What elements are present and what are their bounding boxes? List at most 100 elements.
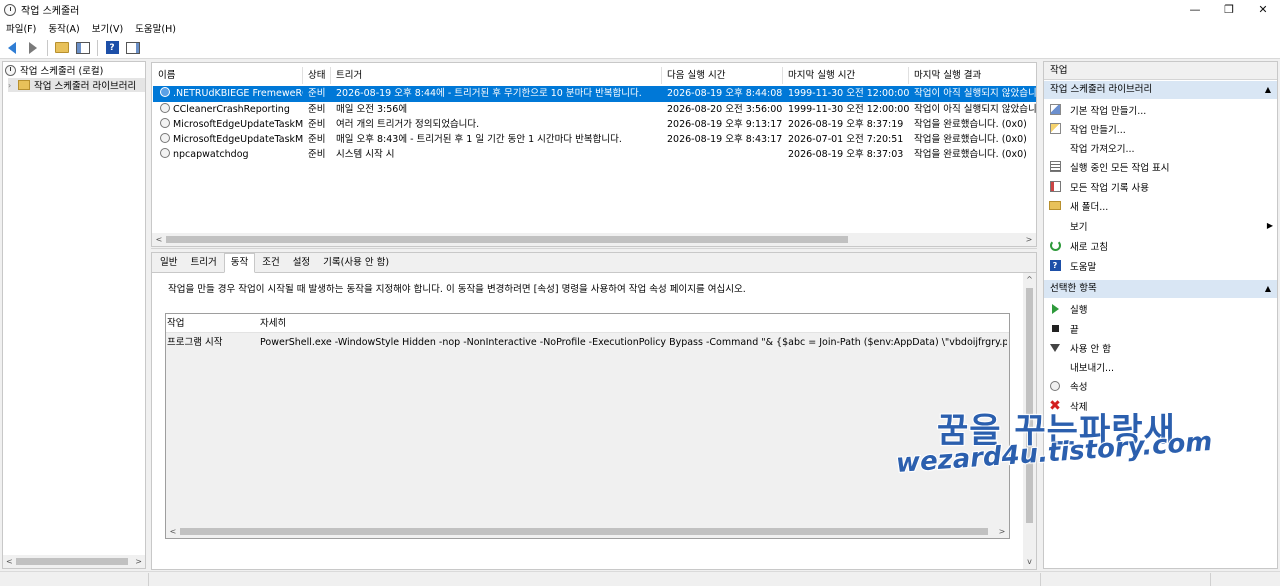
task-clock-icon <box>160 103 170 113</box>
action-properties[interactable]: 속성 <box>1048 376 1277 395</box>
new-folder-icon <box>1049 201 1061 210</box>
task-row[interactable]: .NETRUdKBIEGE FremeweRG... 준비 2026-08-19… <box>153 86 1036 102</box>
scroll-right-arrow[interactable]: > <box>996 525 1008 538</box>
scroll-right-arrow[interactable]: > <box>1023 233 1035 246</box>
menu-action[interactable]: 동작(A) <box>42 21 85 35</box>
window-title: 작업 스케줄러 <box>21 6 80 17</box>
menu-bar: 파일(F) 동작(A) 보기(V) 도움말(H) <box>0 19 1280 37</box>
column-header-status[interactable]: 상태 <box>303 67 331 84</box>
show-hide-tree-icon <box>76 41 90 54</box>
up-folder-button[interactable] <box>53 39 71 57</box>
column-header-details[interactable]: 자세히 <box>259 314 959 333</box>
actions-pane: 작업 작업 스케줄러 라이브러리 ▲ 기본 작업 만들기... 작업 만들기..… <box>1043 61 1278 569</box>
task-row[interactable]: npcapwatchdog 준비 시스템 시작 시 2026-08-19 오후 … <box>153 147 1036 163</box>
task-name: npcapwatchdog <box>155 147 303 163</box>
action-enable-history[interactable]: 모든 작업 기록 사용 <box>1048 177 1277 196</box>
tree-item-library[interactable]: › 작업 스케줄러 라이브러리 <box>8 78 145 92</box>
task-status: 준비 <box>308 104 326 115</box>
scroll-down-arrow[interactable]: v <box>1023 556 1036 568</box>
action-delete[interactable]: ✖ 삭제 <box>1048 396 1277 415</box>
task-row[interactable]: MicrosoftEdgeUpdateTaskM... 준비 매일 오후 8:4… <box>153 132 1036 148</box>
action-disable[interactable]: 사용 안 함 <box>1048 338 1277 357</box>
minimize-button[interactable]: — <box>1178 0 1212 19</box>
action-refresh[interactable]: 새로 고침 <box>1048 236 1277 255</box>
show-hide-tree-button[interactable] <box>74 39 92 57</box>
task-status: 준비 <box>308 134 326 145</box>
collapse-caret-icon[interactable]: ▲ <box>1265 81 1271 99</box>
column-header-next-run[interactable]: 다음 실행 시간 <box>662 67 783 84</box>
actions-pane-title: 작업 <box>1044 62 1277 80</box>
running-tasks-icon <box>1049 161 1061 172</box>
task-status: 준비 <box>308 149 326 160</box>
action-end[interactable]: 끝 <box>1048 319 1277 338</box>
tab-settings[interactable]: 설정 <box>287 254 316 272</box>
menu-file[interactable]: 파일(F) <box>0 21 42 35</box>
tab-general[interactable]: 일반 <box>154 254 183 272</box>
tree-root-label: 작업 스케줄러 (로컬) <box>20 66 104 77</box>
menu-help[interactable]: 도움말(H) <box>129 21 182 35</box>
task-row[interactable]: CCleanerCrashReporting 준비 매일 오전 3:56에 20… <box>153 102 1036 118</box>
forward-button[interactable] <box>24 39 42 57</box>
close-button[interactable]: ✕ <box>1246 0 1280 19</box>
scrollbar-thumb[interactable] <box>1026 288 1033 523</box>
action-new-folder[interactable]: 새 폴더... <box>1048 196 1277 215</box>
column-header-action[interactable]: 작업 <box>166 314 256 333</box>
action-import-task[interactable]: 작업 가져오기... <box>1048 138 1277 157</box>
task-row[interactable]: MicrosoftEdgeUpdateTaskM... 준비 여러 개의 트리거… <box>153 117 1036 133</box>
actions-grid-horizontal-scrollbar[interactable]: < > <box>166 525 1009 538</box>
action-create-task[interactable]: 작업 만들기... <box>1048 119 1277 138</box>
task-trigger: 여러 개의 트리거가 정의되었습니다. <box>336 119 480 130</box>
action-create-basic-task[interactable]: 기본 작업 만들기... <box>1048 100 1277 119</box>
wizard-icon <box>1049 104 1061 115</box>
scroll-left-arrow[interactable]: < <box>153 233 165 246</box>
tree-root[interactable]: 작업 스케줄러 (로컬) <box>5 63 145 77</box>
scroll-right-arrow[interactable]: > <box>135 557 142 566</box>
action-display-running-tasks[interactable]: 실행 중인 모든 작업 표시 <box>1048 157 1277 176</box>
menu-view[interactable]: 보기(V) <box>86 21 129 35</box>
title-bar: 작업 스케줄러 — ❐ ✕ <box>0 0 1280 19</box>
action-row[interactable]: 프로그램 시작 PowerShell.exe -WindowStyle Hidd… <box>166 333 1009 352</box>
details-vertical-scrollbar[interactable]: ^ v <box>1023 273 1036 569</box>
back-button[interactable] <box>3 39 21 57</box>
tab-conditions[interactable]: 조건 <box>256 254 285 272</box>
tab-triggers[interactable]: 트리거 <box>184 254 222 272</box>
task-last-result: 작업을 완료했습니다. (0x0) <box>914 149 1027 160</box>
tab-history[interactable]: 기록(사용 안 함) <box>317 254 395 272</box>
task-last-result: 작업이 아직 실행되지 않았습니다. (0x41303) <box>914 104 1036 115</box>
task-name: CCleanerCrashReporting <box>155 102 303 118</box>
task-details-pane: 일반 트리거 동작 조건 설정 기록(사용 안 함) 작업을 만들 경우 작업이… <box>151 252 1037 570</box>
library-folder-icon <box>18 80 30 90</box>
column-header-trigger[interactable]: 트리거 <box>331 67 662 84</box>
action-view[interactable]: 보기 ▶ <box>1048 216 1277 235</box>
scrollbar-thumb[interactable] <box>16 558 128 565</box>
scrollbar-thumb[interactable] <box>166 236 848 243</box>
task-last-run: 1999-11-30 오전 12:00:00 <box>788 88 909 99</box>
maximize-button[interactable]: ❐ <box>1212 0 1246 19</box>
tab-actions[interactable]: 동작 <box>223 253 256 273</box>
scrollbar-thumb[interactable] <box>180 528 988 535</box>
expand-chevron-icon[interactable]: › <box>8 81 16 90</box>
column-header-last-run[interactable]: 마지막 실행 시간 <box>783 67 909 84</box>
scroll-left-arrow[interactable]: < <box>6 557 13 566</box>
toolbar-separator <box>97 39 98 56</box>
help-icon: ? <box>1049 260 1061 271</box>
scroll-left-arrow[interactable]: < <box>167 525 179 538</box>
action-export[interactable]: 내보내기... <box>1048 357 1277 376</box>
collapse-caret-icon[interactable]: ▲ <box>1265 280 1271 298</box>
submenu-arrow-icon: ▶ <box>1266 221 1273 230</box>
help-button[interactable]: ? <box>103 39 121 57</box>
show-hide-action-pane-button[interactable] <box>124 39 142 57</box>
action-detail: PowerShell.exe -WindowStyle Hidden -nop … <box>260 337 1007 348</box>
help-icon: ? <box>105 41 119 54</box>
scroll-up-arrow[interactable]: ^ <box>1023 274 1036 286</box>
tree-horizontal-scrollbar[interactable]: < > <box>3 555 145 568</box>
action-help[interactable]: ? 도움말 <box>1048 256 1277 275</box>
task-name: MicrosoftEdgeUpdateTaskM... <box>155 117 303 133</box>
column-header-name[interactable]: 이름 <box>153 67 303 84</box>
section-header-selected-item[interactable]: 선택한 항목 ▲ <box>1044 280 1277 298</box>
action-run[interactable]: 실행 <box>1048 299 1277 318</box>
disable-icon <box>1050 343 1060 352</box>
task-list-horizontal-scrollbar[interactable]: < > <box>152 233 1036 246</box>
column-header-last-result[interactable]: 마지막 실행 결과 <box>909 67 1036 84</box>
section-header-library[interactable]: 작업 스케줄러 라이브러리 ▲ <box>1044 81 1277 99</box>
